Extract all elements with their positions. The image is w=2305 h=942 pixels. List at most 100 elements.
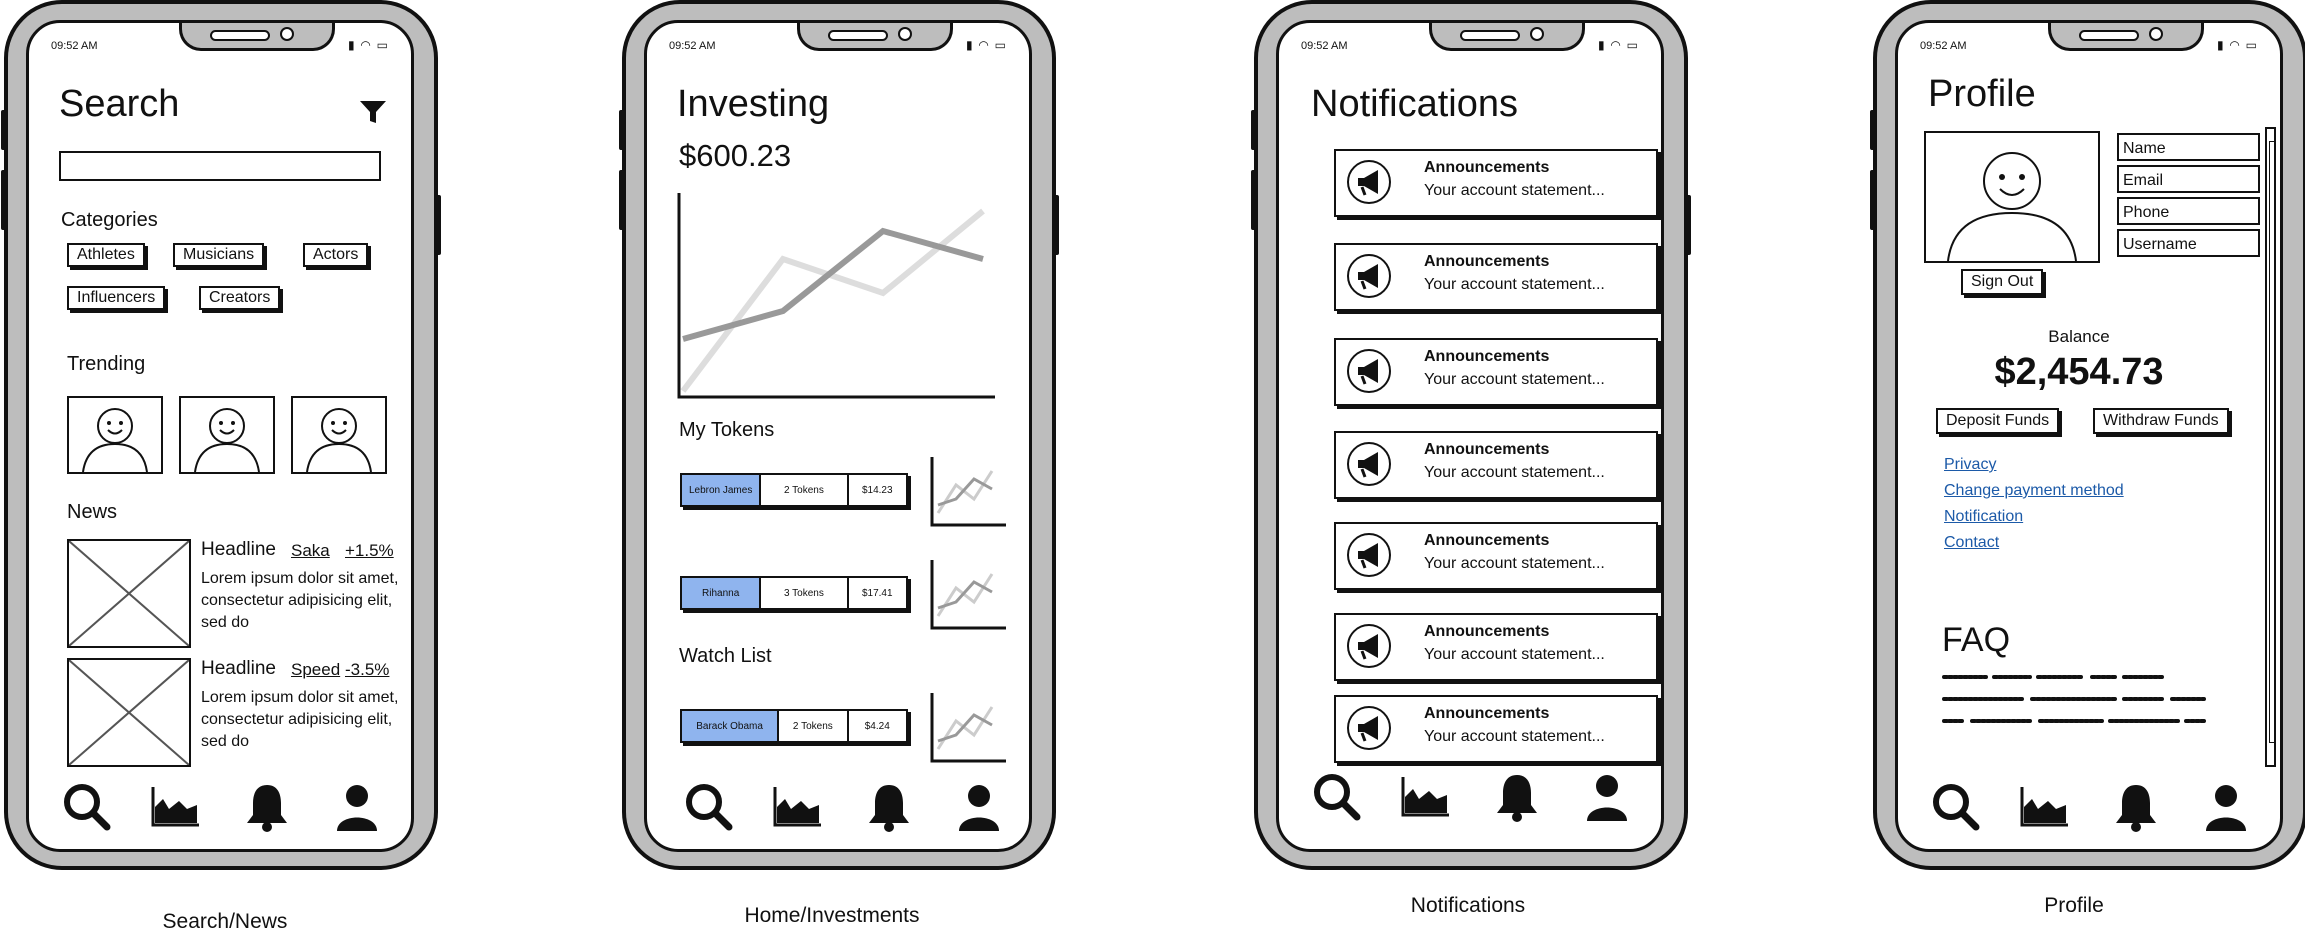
news-image-placeholder (67, 658, 191, 767)
phone-profile: 09:52 AM ▮ ◠ ▭ Profile Name Email Phone … (1870, 0, 2305, 870)
side-button (1686, 195, 1691, 255)
scrollbar-thumb[interactable] (2269, 141, 2275, 743)
scrollbar[interactable] (2265, 127, 2276, 767)
search-icon[interactable] (681, 779, 737, 835)
deposit-funds-button[interactable]: Deposit Funds (1936, 408, 2060, 434)
category-chip-athletes[interactable]: Athletes (67, 243, 145, 267)
notification-title: Announcements (1424, 348, 1550, 365)
token-sparkline (930, 560, 1006, 630)
bell-icon[interactable] (239, 779, 295, 835)
token-row[interactable]: Rihanna 3 Tokens $17.41 (680, 576, 908, 610)
email-field[interactable]: Email (2117, 165, 2260, 193)
notification-item[interactable]: Announcements Your account statement... (1334, 243, 1658, 311)
news-body: Lorem ipsum dolor sit amet, consectetur … (201, 689, 399, 750)
filter-icon[interactable] (359, 99, 387, 125)
trending-avatar[interactable] (67, 396, 163, 474)
notification-text: Your account statement... (1424, 728, 1605, 745)
person-icon (306, 408, 372, 473)
search-icon[interactable] (1928, 779, 1984, 835)
chart-icon[interactable] (769, 779, 825, 835)
category-chip-actors[interactable]: Actors (303, 243, 369, 267)
megaphone-icon (1347, 349, 1391, 393)
token-row[interactable]: Lebron James 2 Tokens $14.23 (680, 473, 908, 507)
watch-name: Barack Obama (682, 711, 780, 741)
side-button (619, 170, 624, 230)
token-name: Rihanna (682, 578, 762, 608)
notification-text: Your account statement... (1424, 646, 1605, 663)
trending-avatar[interactable] (291, 396, 387, 474)
side-button (1251, 170, 1256, 230)
chart-icon[interactable] (1397, 769, 1453, 825)
user-icon[interactable] (951, 779, 1007, 835)
notification-item[interactable]: Announcements Your account statement... (1334, 522, 1658, 590)
category-chip-creators[interactable]: Creators (199, 286, 281, 310)
phone-field[interactable]: Phone (2117, 197, 2260, 225)
username-field[interactable]: Username (2117, 229, 2260, 257)
token-sparkline (930, 457, 1006, 527)
notification-item[interactable]: Announcements Your account statement... (1334, 338, 1658, 406)
news-headline[interactable]: Headline (201, 539, 276, 561)
trending-heading: Trending (67, 353, 146, 375)
change-payment-method-link[interactable]: Change payment method (1944, 482, 2124, 500)
screen: 09:52 AM ▮ ◠ ▭ Investing $600.23 My Toke… (644, 20, 1032, 852)
bell-icon[interactable] (2108, 779, 2164, 835)
notification-item[interactable]: Announcements Your account statement... (1334, 149, 1658, 217)
chart-icon[interactable] (2016, 779, 2072, 835)
user-icon[interactable] (1579, 769, 1635, 825)
notification-text: Your account statement... (1424, 464, 1605, 481)
person-icon (194, 408, 260, 473)
side-button (436, 195, 441, 255)
trending-avatar[interactable] (179, 396, 275, 474)
megaphone-icon (1347, 706, 1391, 750)
phone-search: 09:52 AM ▮ ◠ ▭ Search Categories Athlete… (1, 0, 441, 870)
megaphone-icon (1347, 533, 1391, 577)
notch (797, 23, 953, 51)
caption-search-news: Search/News (162, 910, 288, 933)
news-tag[interactable]: Speed (291, 660, 340, 680)
bell-icon[interactable] (861, 779, 917, 835)
contact-link[interactable]: Contact (1944, 534, 1999, 552)
user-icon[interactable] (2198, 779, 2254, 835)
caption-home-investments: Home/Investments (744, 904, 920, 927)
token-value: $14.23 (861, 484, 893, 496)
side-button (1, 170, 6, 230)
watch-row[interactable]: Barack Obama 2 Tokens $4.24 (680, 709, 908, 743)
notification-item[interactable]: Announcements Your account statement... (1334, 613, 1658, 681)
privacy-link[interactable]: Privacy (1944, 456, 1996, 474)
name-field[interactable]: Name (2117, 133, 2260, 161)
news-headline[interactable]: Headline (201, 658, 276, 680)
side-button (619, 110, 624, 150)
sign-out-button[interactable]: Sign Out (1961, 269, 2044, 295)
notch (2048, 23, 2204, 51)
status-time: 09:52 AM (1920, 40, 1967, 52)
withdraw-funds-button[interactable]: Withdraw Funds (2093, 408, 2229, 434)
screen: 09:52 AM ▮ ◠ ▭ Notifications Announcemen… (1276, 20, 1664, 852)
chart-icon[interactable] (147, 779, 203, 835)
bottom-nav (1279, 769, 1661, 827)
search-input[interactable] (59, 151, 381, 181)
notch (1429, 23, 1585, 51)
category-chip-musicians[interactable]: Musicians (173, 243, 265, 267)
search-icon[interactable] (59, 779, 115, 835)
notification-item[interactable]: Announcements Your account statement... (1334, 695, 1658, 763)
person-icon (82, 408, 148, 473)
faq-heading: FAQ (1942, 621, 2011, 659)
news-change: -3.5% (345, 660, 390, 679)
watch-list-heading: Watch List (679, 645, 772, 667)
notification-link[interactable]: Notification (1944, 508, 2023, 526)
faq-scribble-text (1942, 675, 2208, 723)
category-chip-influencers[interactable]: Influencers (67, 286, 166, 310)
notification-title: Announcements (1424, 253, 1550, 270)
search-icon[interactable] (1309, 769, 1365, 825)
notification-item[interactable]: Announcements Your account statement... (1334, 431, 1658, 499)
token-value: $17.41 (861, 587, 893, 599)
user-icon[interactable] (329, 779, 385, 835)
news-tag[interactable]: Saka (291, 541, 330, 561)
bell-icon[interactable] (1489, 769, 1545, 825)
page-title: Search (59, 83, 180, 125)
profile-avatar[interactable] (1924, 131, 2100, 263)
chart-line-primary (682, 227, 984, 342)
status-icons: ▮ ◠ ▭ (1597, 38, 1639, 52)
chart-line-secondary (680, 208, 985, 393)
notification-title: Announcements (1424, 441, 1550, 458)
